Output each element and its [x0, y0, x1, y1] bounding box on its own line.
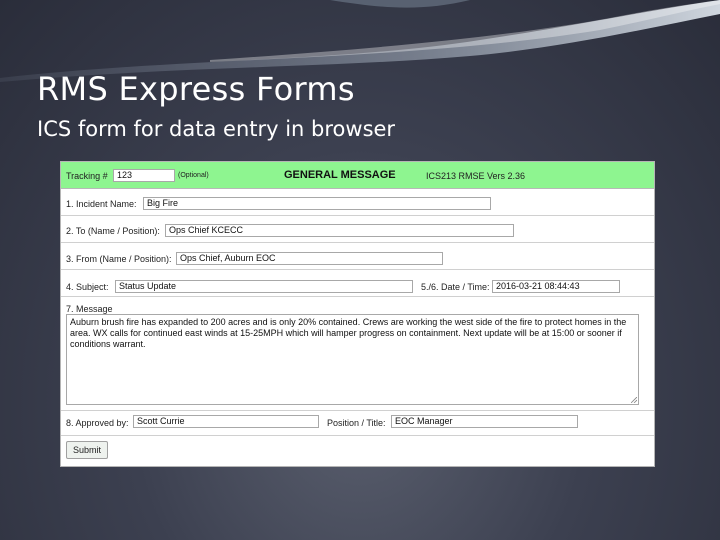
form-version: ICS213 RMSE Vers 2.36: [426, 171, 526, 181]
from-label: 3. From (Name / Position):: [66, 254, 172, 264]
incident-input[interactable]: Big Fire: [143, 197, 491, 210]
tracking-input[interactable]: 123: [113, 169, 175, 182]
submit-button[interactable]: Submit: [66, 441, 108, 459]
message-textarea[interactable]: Auburn brush fire has expanded to 200 ac…: [66, 314, 639, 405]
from-input[interactable]: Ops Chief, Auburn EOC: [176, 252, 443, 265]
optional-note: (Optional): [178, 172, 209, 179]
subject-label: 4. Subject:: [66, 282, 109, 292]
form-header: Tracking # 123 (Optional) GENERAL MESSAG…: [61, 162, 654, 189]
slide-title: RMS Express Forms: [37, 70, 355, 108]
position-label: Position / Title:: [327, 418, 386, 428]
ics213-form: Tracking # 123 (Optional) GENERAL MESSAG…: [60, 161, 655, 467]
message-label: 7. Message: [66, 304, 113, 314]
incident-row: 1. Incident Name: Big Fire: [61, 189, 654, 216]
resize-grip-icon[interactable]: [631, 397, 637, 403]
message-text: Auburn brush fire has expanded to 200 ac…: [70, 317, 627, 349]
approved-label: 8. Approved by:: [66, 418, 129, 428]
from-row: 3. From (Name / Position): Ops Chief, Au…: [61, 243, 654, 270]
position-input[interactable]: EOC Manager: [391, 415, 578, 428]
to-row: 2. To (Name / Position): Ops Chief KCECC: [61, 216, 654, 243]
datetime-input[interactable]: 2016-03-21 08:44:43: [492, 280, 620, 293]
subject-input[interactable]: Status Update: [115, 280, 413, 293]
tracking-label: Tracking #: [66, 171, 108, 181]
to-input[interactable]: Ops Chief KCECC: [165, 224, 514, 237]
form-title: GENERAL MESSAGE: [284, 169, 396, 181]
subject-row: 4. Subject: Status Update 5./6. Date / T…: [61, 270, 654, 297]
approved-row: 8. Approved by: Scott Currie Position / …: [61, 411, 654, 436]
slide-subtitle: ICS form for data entry in browser: [37, 117, 396, 141]
to-label: 2. To (Name / Position):: [66, 226, 160, 236]
incident-label: 1. Incident Name:: [66, 199, 137, 209]
datetime-label: 5./6. Date / Time:: [421, 282, 490, 292]
approved-input[interactable]: Scott Currie: [133, 415, 319, 428]
